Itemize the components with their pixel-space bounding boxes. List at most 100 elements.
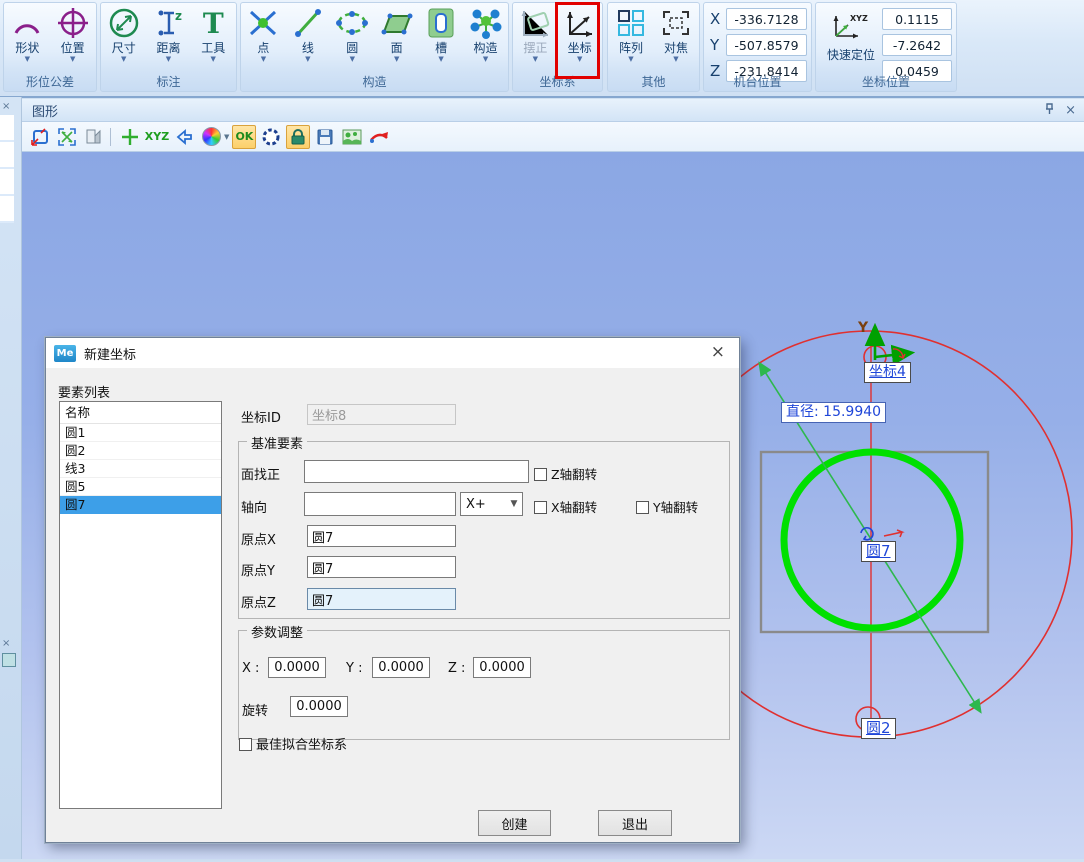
chevron-down-icon: ▼ xyxy=(102,55,146,63)
coord-id-label: 坐标ID xyxy=(241,407,281,426)
svg-text:z: z xyxy=(175,9,182,23)
list-item[interactable]: 线3 xyxy=(60,460,221,478)
arc-shape-icon xyxy=(11,10,43,39)
shape-button[interactable]: 形状 ▼ xyxy=(5,6,49,63)
tool-button[interactable]: T 工具 ▼ xyxy=(191,6,235,63)
plane-align-input[interactable] xyxy=(304,460,529,483)
dock-panel-icon[interactable] xyxy=(2,653,16,667)
circle-icon xyxy=(335,8,369,41)
dimension-button[interactable]: 尺寸 ▼ xyxy=(102,6,146,63)
flip-z-checkbox[interactable] xyxy=(534,468,547,481)
origin-z-input[interactable] xyxy=(307,588,456,610)
pin-icon[interactable] xyxy=(1044,103,1055,118)
origin-y-label: 原点Y xyxy=(241,560,275,579)
param-y-input[interactable] xyxy=(372,657,430,678)
color-wheel-button[interactable] xyxy=(199,125,223,149)
params-legend: 参数调整 xyxy=(247,622,307,641)
distance-button[interactable]: z 距离 ▼ xyxy=(147,6,191,63)
array-button[interactable]: 阵列 ▼ xyxy=(609,6,653,63)
ribbon-group-annotation: 尺寸 ▼ z 距离 ▼ T 工具 ▼ 标注 xyxy=(100,2,237,92)
point-button[interactable]: 点 ▼ xyxy=(241,6,285,63)
dock-cell xyxy=(0,142,14,169)
element-list-label: 要素列表 xyxy=(58,382,110,401)
construct-button[interactable]: 构造 ▼ xyxy=(464,6,508,63)
circle7-tag[interactable]: 圆7 xyxy=(861,541,896,562)
quick-position-button[interactable]: XYZ 快速定位 xyxy=(820,8,882,63)
panel-close-icon[interactable]: × xyxy=(1065,103,1076,118)
chevron-down-icon: ▼ xyxy=(147,55,191,63)
exit-button[interactable]: 退出 xyxy=(598,810,672,836)
capture-region-button[interactable] xyxy=(28,125,52,149)
circle2-tag[interactable]: 圆2 xyxy=(861,718,896,739)
back-arrow-button[interactable] xyxy=(172,125,196,149)
axis-option-select[interactable]: X+ ▼ xyxy=(460,492,523,516)
origin-x-input[interactable] xyxy=(307,525,456,547)
chevron-down-icon: ▼ xyxy=(51,55,95,63)
coord-id-input[interactable] xyxy=(307,404,456,425)
chevron-down-icon: ▼ xyxy=(330,55,374,63)
left-dock-strip: × × xyxy=(0,97,22,859)
cross-cursor-button[interactable] xyxy=(118,125,142,149)
dimension-button-label: 尺寸 xyxy=(102,42,146,55)
align-button[interactable]: 摆正 ▼ xyxy=(513,6,557,63)
fit-view-button[interactable] xyxy=(55,125,79,149)
flip-y-checkbox-row[interactable]: Y轴翻转 xyxy=(636,497,698,516)
view-orientation-button[interactable] xyxy=(82,125,106,149)
refresh-rotate-button[interactable] xyxy=(367,125,391,149)
axis-direction-input[interactable] xyxy=(304,492,456,516)
align-button-label: 摆正 xyxy=(513,42,557,55)
selection-circle-button[interactable] xyxy=(259,125,283,149)
create-button[interactable]: 创建 xyxy=(478,810,551,836)
slot-button[interactable]: 槽 ▼ xyxy=(419,6,463,63)
scene-button[interactable] xyxy=(340,125,364,149)
dialog-close-icon[interactable]: × xyxy=(711,342,725,362)
circle7-direction-icon xyxy=(884,530,902,537)
plane-button-label: 面 xyxy=(375,42,419,55)
flip-x-checkbox-row[interactable]: X轴翻转 xyxy=(534,497,597,516)
dock-cell xyxy=(0,115,14,142)
param-x-input[interactable] xyxy=(268,657,326,678)
position-button[interactable]: 位置 ▼ xyxy=(51,6,95,63)
param-z-label: Z : xyxy=(448,661,465,676)
point-icon xyxy=(247,8,279,41)
ribbon-group-coordinate-position: XYZ 快速定位 0.1115 -7.2642 0.0459 坐标位置 xyxy=(815,2,957,92)
coordpos-value-2: -7.2642 xyxy=(882,34,952,56)
list-item[interactable]: 圆5 xyxy=(60,478,221,496)
param-z-input[interactable] xyxy=(473,657,531,678)
save-button[interactable] xyxy=(313,125,337,149)
dialog-titlebar[interactable]: Me 新建坐标 × xyxy=(46,338,739,368)
lock-view-button[interactable] xyxy=(286,125,310,149)
dock-close-icon[interactable]: × xyxy=(2,638,10,649)
align-axes-icon xyxy=(518,7,552,42)
circle-button[interactable]: 圆 ▼ xyxy=(330,6,374,63)
flip-z-checkbox-row[interactable]: Z轴翻转 xyxy=(534,464,597,483)
plane-button[interactable]: 面 ▼ xyxy=(375,6,419,63)
circle-button-label: 圆 xyxy=(330,42,374,55)
chevron-down-icon: ▼ xyxy=(375,55,419,63)
list-item-selected[interactable]: 圆7 xyxy=(60,496,221,514)
params-groupbox: 参数调整 xyxy=(238,630,730,740)
origin-y-input[interactable] xyxy=(307,556,456,578)
ok-confirm-button[interactable]: OK xyxy=(232,125,256,149)
diameter-tag[interactable]: 直径: 15.9940 xyxy=(781,402,886,423)
rotate-input[interactable] xyxy=(290,696,348,717)
best-fit-checkbox[interactable] xyxy=(239,738,252,751)
element-list[interactable]: 名称 圆1 圆2 线3 圆5 圆7 xyxy=(59,401,222,809)
xyz-display-button[interactable]: XYZ xyxy=(145,125,169,149)
color-dropdown-icon[interactable]: ▼ xyxy=(224,133,229,141)
focus-button-label: 对焦 xyxy=(654,42,698,55)
flip-y-label: Y轴翻转 xyxy=(653,500,698,515)
flip-y-checkbox[interactable] xyxy=(636,501,649,514)
line-button-label: 线 xyxy=(286,42,330,55)
coord4-tag[interactable]: 坐标4 xyxy=(864,362,911,383)
list-item[interactable]: 圆1 xyxy=(60,424,221,442)
line-button[interactable]: 线 ▼ xyxy=(286,6,330,63)
machine-x-value: -336.7128 xyxy=(726,8,807,30)
axis-option-value: X+ xyxy=(461,497,506,512)
dock-close-icon[interactable]: × xyxy=(2,101,10,112)
focus-button[interactable]: 对焦 ▼ xyxy=(654,6,698,63)
flip-x-checkbox[interactable] xyxy=(534,501,547,514)
best-fit-checkbox-row[interactable]: 最佳拟合坐标系 xyxy=(239,734,347,753)
list-item[interactable]: 圆2 xyxy=(60,442,221,460)
focus-frame-icon xyxy=(659,8,693,41)
